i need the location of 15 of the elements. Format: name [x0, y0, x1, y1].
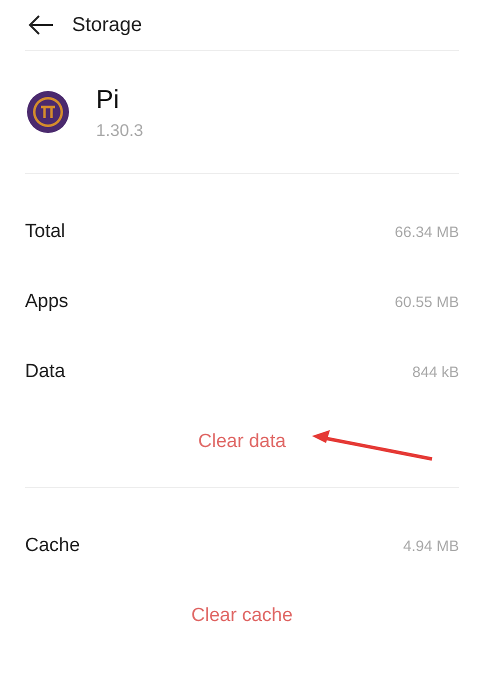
clear-button[interactable]: Clear cache — [183, 601, 301, 631]
row-label: Total — [25, 221, 66, 243]
row-value: 60.55 MB — [394, 294, 459, 310]
row-value: 844 kB — [412, 364, 459, 380]
row-label: Cache — [25, 535, 80, 557]
row-value: 66.34 MB — [394, 224, 459, 240]
row-value: 4.94 MB — [403, 538, 459, 554]
clear-button[interactable]: Clear data — [190, 427, 294, 457]
row-label: Data — [25, 361, 66, 383]
app-logo-icon — [27, 91, 69, 133]
screen-title: Storage — [72, 14, 142, 36]
app-name: Pi — [96, 84, 120, 114]
back-icon[interactable] — [28, 15, 54, 35]
app-version: 1.30.3 — [96, 120, 144, 140]
row-label: Apps — [25, 291, 68, 313]
